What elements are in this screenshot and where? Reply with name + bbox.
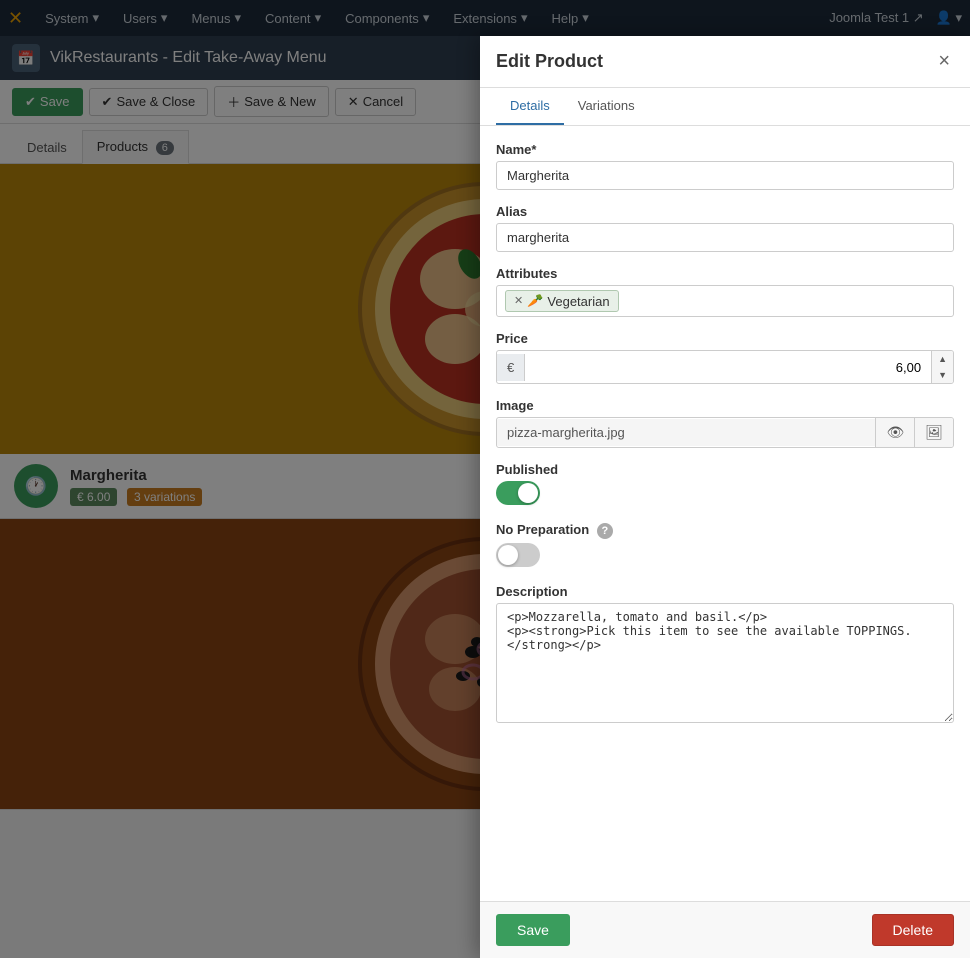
image-input-group: 👁 🖼 xyxy=(496,417,954,448)
description-label: Description xyxy=(496,584,954,599)
published-label: Published xyxy=(496,462,954,477)
modal-delete-button[interactable]: Delete xyxy=(872,914,954,946)
no-preparation-label: No Preparation ? xyxy=(496,522,954,539)
modal-tabs: Details Variations xyxy=(480,88,970,126)
price-down-button[interactable]: ▼ xyxy=(932,367,953,383)
image-input xyxy=(497,419,875,446)
modal-save-button[interactable]: Save xyxy=(496,914,570,946)
modal-title: Edit Product xyxy=(496,51,603,72)
image-label: Image xyxy=(496,398,954,413)
modal-footer: Save Delete xyxy=(480,901,970,958)
edit-product-modal: Edit Product × Details Variations Name* … xyxy=(480,36,970,958)
price-field-group: Price € ▲ ▼ xyxy=(496,331,954,384)
toggle-track xyxy=(496,481,540,505)
remove-attribute-button[interactable]: ✕ xyxy=(514,296,523,307)
attributes-label: Attributes xyxy=(496,266,954,281)
toggle-knob-off xyxy=(498,545,518,565)
description-field-group: Description <p>Mozzarella, tomato and ba… xyxy=(496,584,954,726)
alias-field-group: Alias xyxy=(496,204,954,252)
published-toggle[interactable] xyxy=(496,481,540,505)
price-input[interactable] xyxy=(525,354,931,381)
price-spinners: ▲ ▼ xyxy=(931,351,953,383)
published-field-group: Published xyxy=(496,462,954,508)
price-up-button[interactable]: ▲ xyxy=(932,351,953,367)
help-icon[interactable]: ? xyxy=(597,523,613,539)
image-field-group: Image 👁 🖼 xyxy=(496,398,954,448)
alias-input[interactable] xyxy=(496,223,954,252)
modal-tab-variations[interactable]: Variations xyxy=(564,88,649,125)
attributes-field-group: Attributes ✕ 🥕 Vegetarian xyxy=(496,266,954,317)
main-content: 🕐 Margherita € 6.00 3 variations Edit xyxy=(0,164,970,810)
attribute-label: Vegetarian xyxy=(547,294,609,309)
no-preparation-field-group: No Preparation ? xyxy=(496,522,954,570)
name-label: Name* xyxy=(496,142,954,157)
modal-body: Name* Alias Attributes ✕ 🥕 Vegetarian xyxy=(480,126,970,901)
description-input[interactable]: <p>Mozzarella, tomato and basil.</p> <p>… xyxy=(496,603,954,723)
modal-tab-details[interactable]: Details xyxy=(496,88,564,125)
modal-close-button[interactable]: × xyxy=(934,50,954,73)
no-preparation-toggle[interactable] xyxy=(496,543,540,567)
attributes-container: ✕ 🥕 Vegetarian xyxy=(496,285,954,317)
price-currency: € xyxy=(497,354,525,381)
price-label: Price xyxy=(496,331,954,346)
toggle-knob xyxy=(518,483,538,503)
name-input[interactable] xyxy=(496,161,954,190)
attribute-icon: 🥕 xyxy=(527,293,543,309)
price-input-group: € ▲ ▼ xyxy=(496,350,954,384)
name-field-group: Name* xyxy=(496,142,954,190)
toggle-track-off xyxy=(496,543,540,567)
attribute-tag-vegetarian[interactable]: ✕ 🥕 Vegetarian xyxy=(505,290,619,312)
image-select-button[interactable]: 🖼 xyxy=(914,418,953,447)
modal-header: Edit Product × xyxy=(480,36,970,88)
alias-label: Alias xyxy=(496,204,954,219)
image-preview-button[interactable]: 👁 xyxy=(875,418,914,447)
